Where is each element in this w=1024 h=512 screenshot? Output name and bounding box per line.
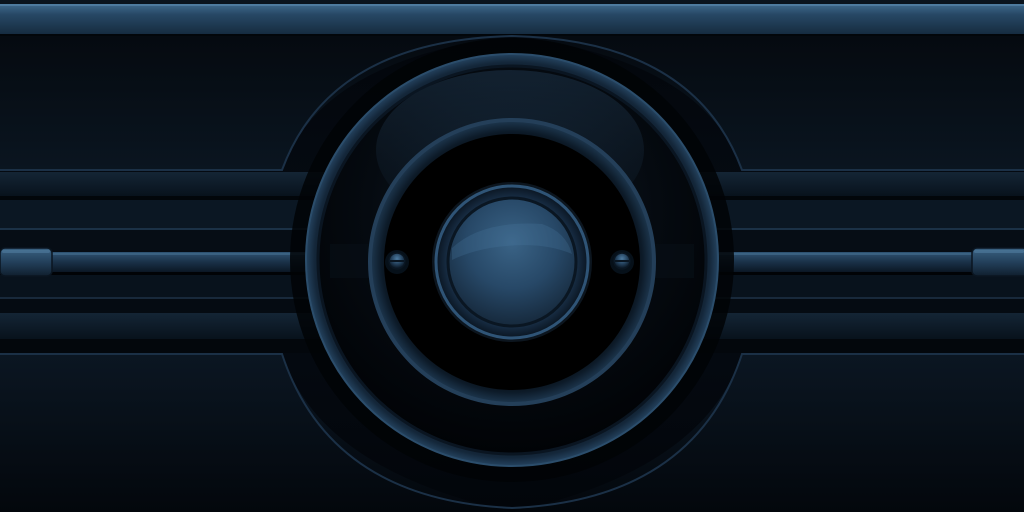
right-rail-handle xyxy=(971,247,1024,277)
top-bar xyxy=(0,4,1024,34)
right-indicator xyxy=(610,250,634,274)
game-panel xyxy=(0,0,1024,512)
panel-artwork xyxy=(0,0,1024,512)
center-button[interactable] xyxy=(432,182,592,342)
top-bar-highlight xyxy=(0,4,1024,6)
left-rail-handle xyxy=(0,247,53,277)
left-indicator xyxy=(385,250,409,274)
